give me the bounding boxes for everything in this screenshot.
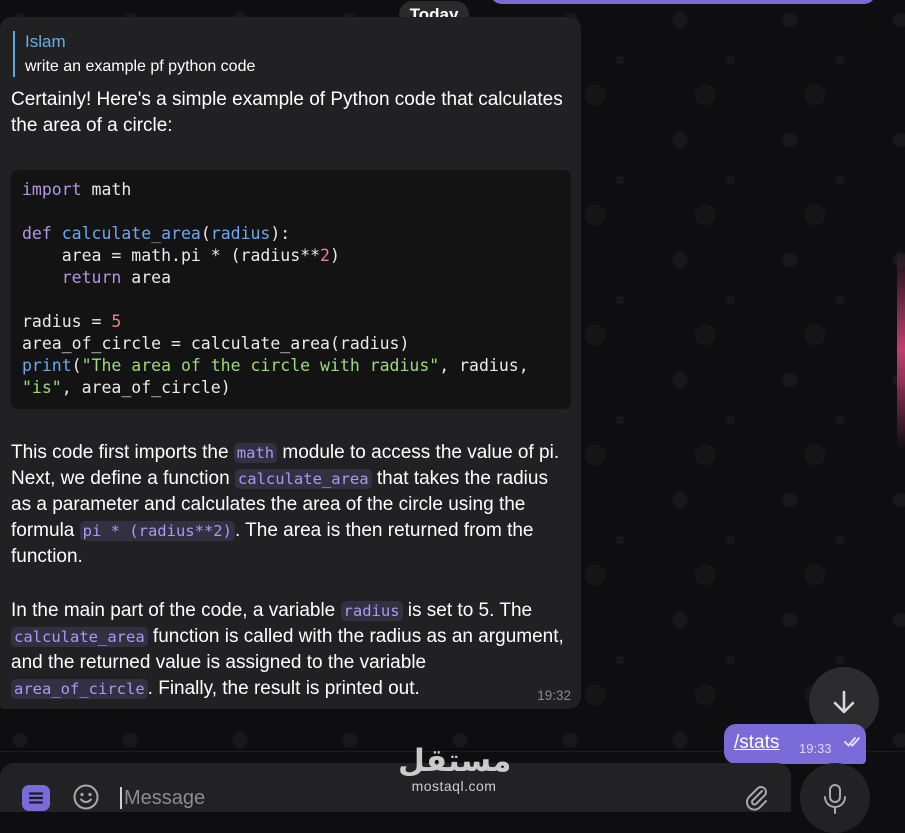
text-caret	[120, 787, 122, 809]
arrow-down-icon	[833, 690, 855, 714]
side-highlight	[897, 250, 905, 450]
code-block[interactable]: import math def calculate_area(radius): …	[11, 170, 571, 409]
inline-code[interactable]: area_of_circle	[11, 679, 148, 699]
message-time: 19:33	[799, 741, 832, 756]
code-text: radius =	[22, 312, 112, 331]
code-text: area = math.pi * (radius**	[22, 246, 321, 265]
inline-code[interactable]: math	[233, 443, 278, 463]
emoji-button[interactable]	[72, 783, 100, 816]
message-composer[interactable]	[0, 763, 791, 812]
code-text: area	[121, 268, 172, 287]
microphone-icon	[824, 784, 846, 814]
code-string: "is"	[22, 378, 62, 397]
code-number: 2	[320, 246, 330, 265]
code-line-10: "is", area_of_circle)	[22, 377, 231, 399]
text-segment: This code first imports the	[11, 442, 234, 463]
command-link[interactable]: /stats	[734, 732, 779, 754]
code-line-3: def calculate_area(radius):	[22, 223, 290, 245]
inline-code[interactable]: radius	[340, 601, 403, 621]
attach-button[interactable]	[743, 783, 769, 816]
explanation-paragraph-2: In the main part of the code, a variable…	[11, 598, 573, 702]
code-text: ):	[270, 224, 291, 243]
emoji-icon	[73, 784, 99, 810]
outgoing-message[interactable]: /stats 19:33	[724, 724, 866, 764]
text-segment: . Finally, the result is printed out.	[147, 678, 420, 699]
code-text: (	[200, 224, 211, 243]
code-text: )	[329, 246, 340, 265]
paperclip-icon	[746, 786, 767, 811]
code-param: radius	[210, 224, 271, 243]
inline-code[interactable]: calculate_area	[11, 627, 148, 647]
code-keyword: import	[22, 180, 82, 199]
watermark-arabic: مستقل	[398, 743, 512, 779]
code-line-1: import math	[22, 179, 131, 201]
code-number: 5	[111, 312, 122, 331]
code-text: math	[81, 180, 132, 199]
code-keyword: def	[22, 224, 52, 243]
text-segment: In the main part of the code, a variable	[11, 600, 341, 621]
menu-icon	[28, 792, 44, 804]
message-time: 19:32	[537, 688, 571, 703]
reply-quote[interactable]: Islam write an example pf python code	[13, 31, 255, 77]
code-text: , radius,	[439, 356, 529, 375]
reply-text: write an example pf python code	[25, 58, 256, 75]
bot-menu-button[interactable]	[22, 785, 50, 811]
code-line-4: area = math.pi * (radius**2)	[22, 245, 340, 267]
reply-author: Islam	[25, 32, 66, 51]
incoming-message[interactable]: Islam write an example pf python code Ce…	[0, 17, 581, 709]
watermark-latin: mostaql.com	[411, 778, 497, 794]
double-check-icon	[844, 737, 860, 747]
message-intro: Certainly! Here's a simple example of Py…	[11, 89, 563, 136]
code-builtin: print	[22, 356, 72, 375]
explanation-paragraph-1: This code first imports the math module …	[11, 440, 573, 570]
code-line-7: radius = 5	[22, 311, 121, 333]
watermark-logo: مستقل mostaql.com	[398, 743, 512, 794]
code-keyword: return	[61, 268, 122, 287]
code-text: (	[71, 356, 82, 375]
code-line-5: return area	[22, 267, 171, 289]
code-text: , area_of_circle)	[61, 378, 231, 397]
code-line-8: area_of_circle = calculate_area(radius)	[22, 334, 410, 353]
code-string: "The area of the circle with radius"	[81, 356, 440, 375]
voice-record-button[interactable]	[800, 763, 870, 833]
code-line-9: print("The area of the circle with radiu…	[22, 355, 529, 377]
text-segment: is set to 5. The	[402, 600, 533, 621]
code-function-name: calculate_area	[61, 224, 201, 243]
previous-sent-message[interactable]	[490, 0, 876, 4]
inline-code[interactable]: calculate_area	[234, 469, 372, 489]
inline-code[interactable]: pi * (radius**2)	[79, 521, 235, 541]
